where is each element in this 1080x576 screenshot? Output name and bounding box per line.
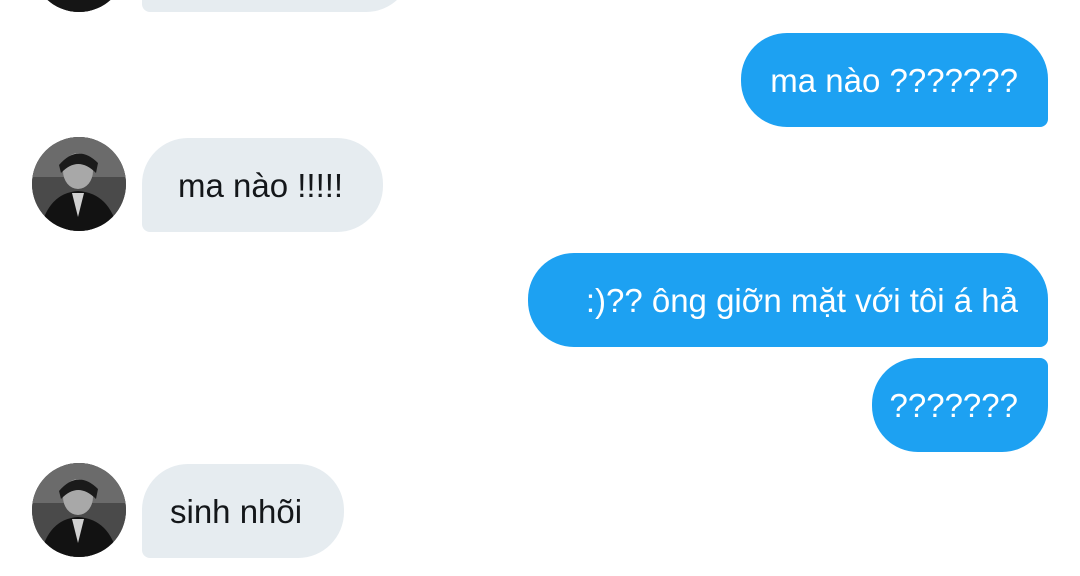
incoming-message-bubble[interactable]: [142, 0, 412, 12]
incoming-message-bubble[interactable]: sinh nhõi: [142, 464, 344, 558]
message-text: sinh nhõi: [170, 492, 303, 530]
incoming-message-bubble[interactable]: ma nào !!!!!: [142, 138, 383, 232]
message-text: ???????: [889, 386, 1018, 424]
avatar-photo-icon: [32, 137, 126, 231]
avatar-photo-icon: [32, 0, 126, 12]
outgoing-message-bubble[interactable]: ???????: [872, 358, 1048, 452]
message-text: ma nào !!!!!: [178, 166, 344, 204]
message-text: ma nào ???????: [770, 61, 1018, 99]
avatar-photo-icon: [32, 463, 126, 557]
contact-avatar[interactable]: [32, 0, 126, 12]
contact-avatar[interactable]: [32, 137, 126, 231]
outgoing-message-bubble[interactable]: :)?? ông giỡn mặt với tôi á hả: [528, 253, 1048, 347]
message-text: :)?? ông giỡn mặt với tôi á hả: [585, 281, 1018, 319]
contact-avatar[interactable]: [32, 463, 126, 557]
outgoing-message-bubble[interactable]: ma nào ???????: [741, 33, 1048, 127]
conversation-view: ma nào ??????? ma nào !!!!! :)?? ông giỡ…: [0, 0, 1080, 576]
